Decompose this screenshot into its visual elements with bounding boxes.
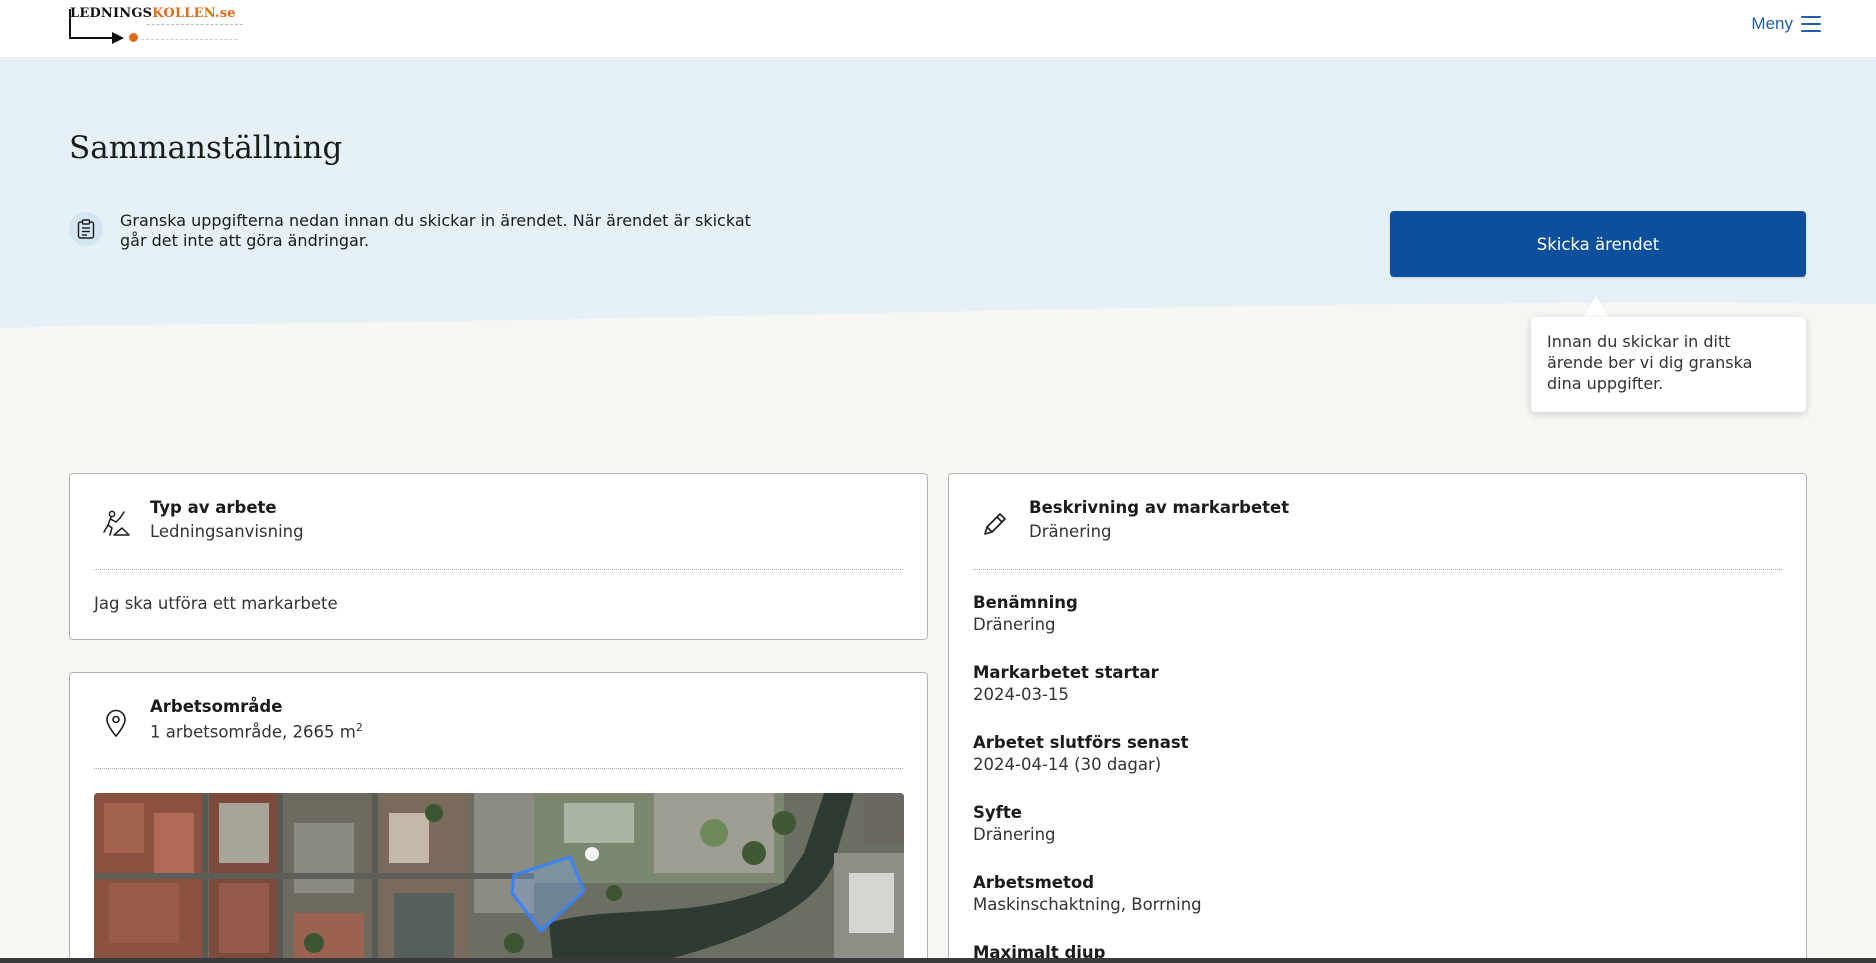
aerial-map-image (94, 793, 904, 963)
work-type-card-header: Typ av arbete Ledningsanvisning (94, 498, 903, 570)
detail-work-method: Arbetsmetod Maskinschaktning, Borrning (973, 872, 1202, 916)
logo-sketch (141, 24, 243, 40)
logo-text-dark: LEDNINGS (70, 6, 153, 21)
description-card: Beskrivning av markarbetet Dränering Ben… (948, 473, 1807, 963)
page-title: Sammanställning (69, 130, 343, 166)
tooltip-arrow (1582, 296, 1610, 318)
menu-label: Meny (1751, 14, 1793, 33)
logo-text-accent: KOLLEN.se (152, 6, 236, 21)
detail-value: 2024-04-14 (30 dagar) (973, 755, 1162, 774)
bottom-edge-bar (0, 958, 1876, 963)
clipboard-icon (69, 212, 103, 246)
top-bar: LEDNINGSKOLLEN.se Meny (0, 0, 1876, 58)
detail-label: Syfte (973, 803, 1022, 822)
pencil-icon (984, 513, 1006, 535)
logo-dot (129, 33, 138, 42)
location-pin-icon (106, 709, 126, 738)
detail-label: Arbetet slutförs senast (973, 733, 1189, 752)
logo-arrow-icon (112, 32, 124, 44)
menu-button[interactable]: Meny (1751, 14, 1821, 34)
detail-purpose: Syfte Dränering (973, 802, 1202, 846)
ledningskollen-logo[interactable]: LEDNINGSKOLLEN.se (68, 4, 248, 44)
work-type-card: Typ av arbete Ledningsanvisning Jag ska … (69, 473, 928, 640)
work-area-card: Arbetsområde 1 arbetsområde, 2665 m2 (69, 672, 928, 963)
detail-name: Benämning Dränering (973, 592, 1202, 636)
logo-line (69, 37, 115, 39)
description-title: Beskrivning av markarbetet (1029, 498, 1290, 517)
detail-label: Arbetsmetod (973, 873, 1095, 892)
detail-value: 2024-03-15 (973, 685, 1069, 704)
detail-label: Benämning (973, 593, 1078, 612)
work-area-unit-superscript: 2 (355, 721, 363, 734)
send-case-button[interactable]: Skicka ärendet (1390, 211, 1806, 277)
review-info-text: Granska uppgifterna nedan innan du skick… (120, 211, 751, 250)
work-area-card-header: Arbetsområde 1 arbetsområde, 2665 m2 (94, 697, 903, 769)
detail-value: Maskinschaktning, Borrning (973, 895, 1202, 914)
work-type-value: Ledningsanvisning (150, 522, 304, 541)
work-area-title: Arbetsområde (150, 697, 283, 716)
work-area-map[interactable] (94, 793, 904, 963)
description-card-header: Beskrivning av markarbetet Dränering (973, 498, 1782, 570)
detail-value: Dränering (973, 615, 1056, 634)
description-details: Benämning Dränering Markarbetet startar … (973, 592, 1202, 963)
send-tooltip: Innan du skickar in ditt ärende ber vi d… (1531, 317, 1806, 412)
work-type-body: Jag ska utföra ett markarbete (94, 594, 338, 613)
hamburger-icon (1801, 16, 1821, 32)
work-area-value: 1 arbetsområde, 2665 m2 (150, 721, 363, 742)
logo-text: LEDNINGSKOLLEN.se (70, 6, 236, 21)
detail-end-date: Arbetet slutförs senast 2024-04-14 (30 d… (973, 732, 1202, 776)
detail-value: Dränering (973, 825, 1056, 844)
description-value: Dränering (1029, 522, 1112, 541)
digging-worker-icon (103, 510, 130, 536)
detail-start-date: Markarbetet startar 2024-03-15 (973, 662, 1202, 706)
work-type-title: Typ av arbete (150, 498, 277, 517)
detail-label: Markarbetet startar (973, 663, 1159, 682)
work-area-value-text: 1 arbetsområde, 2665 m (150, 722, 356, 742)
